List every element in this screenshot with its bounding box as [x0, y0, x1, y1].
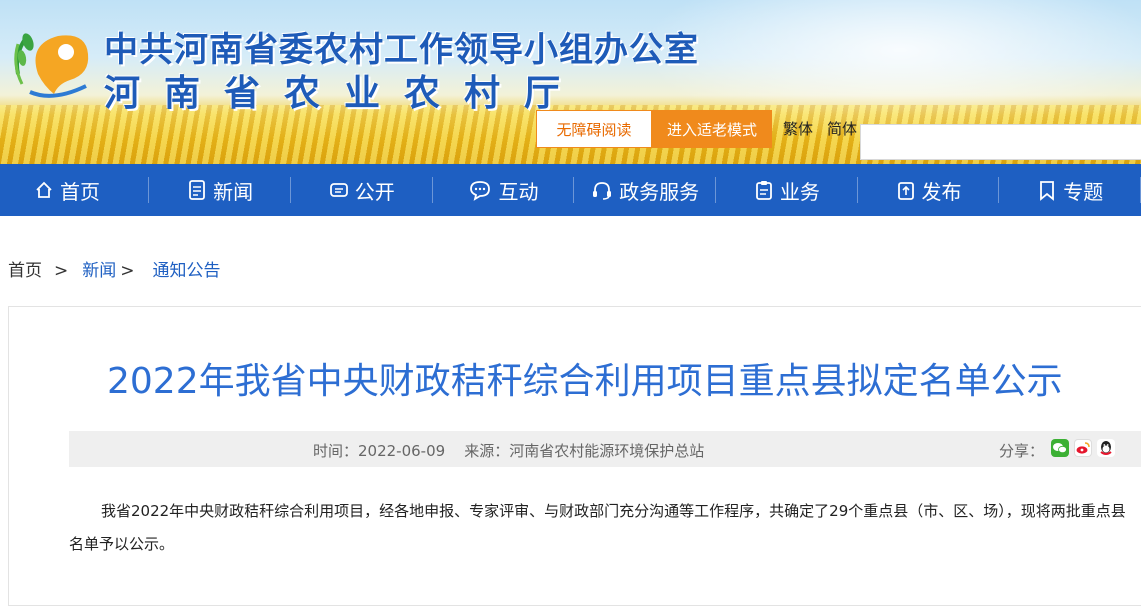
- nav-item-label: 发布: [921, 179, 962, 204]
- breadcrumb: 首页 > 新闻 > 通知公告: [8, 256, 221, 281]
- nav-item-label: 业务: [779, 179, 820, 204]
- simplified-chinese-link[interactable]: 简体: [827, 118, 857, 139]
- bookmark-icon: [1040, 181, 1055, 201]
- home-icon: [36, 181, 52, 198]
- nav-item-topics[interactable]: 专题: [999, 164, 1141, 216]
- nav-item-label: 政务服务: [619, 179, 700, 204]
- nav-item-label: 互动: [498, 179, 539, 204]
- nav-item-release[interactable]: 发布: [858, 164, 1000, 216]
- upload-icon: [897, 182, 914, 200]
- nav-item-interaction[interactable]: 互动: [433, 164, 575, 216]
- breadcrumb-home[interactable]: 首页: [8, 261, 42, 281]
- article-meta: 时间：2022-06-09 来源：河南省农村能源环境保护总站: [313, 442, 705, 460]
- nav-item-label: 新闻: [213, 179, 254, 204]
- logo-icon: [14, 33, 89, 98]
- clipboard-icon: [755, 181, 772, 200]
- traditional-chinese-link[interactable]: 繁体: [783, 118, 813, 139]
- nav-item-label: 专题: [1063, 179, 1104, 204]
- elder-mode-button[interactable]: 进入适老模式: [652, 110, 772, 148]
- article-title: 2022年我省中央财政秸秆综合利用项目重点县拟定名单公示: [107, 361, 1063, 402]
- accessibility-button[interactable]: 无障碍阅读: [536, 110, 652, 148]
- nav-item-public[interactable]: 公开: [291, 164, 433, 216]
- breadcrumb-separator: >: [54, 261, 69, 281]
- site-title-line2: 河南省农业农村厅: [104, 72, 585, 114]
- qq-icon[interactable]: [1097, 439, 1115, 457]
- nav-item-business[interactable]: 业务: [716, 164, 858, 216]
- article-body: 我省2022年中央财政秸秆综合利用项目，经各地申报、专家评审、与财政部门充分沟通…: [69, 502, 1126, 553]
- breadcrumb-current[interactable]: 通知公告: [153, 261, 221, 281]
- chat-icon: [470, 181, 491, 201]
- breadcrumb-separator: >: [120, 261, 135, 281]
- article-meta-bar: 时间：2022-06-09 来源：河南省农村能源环境保护总站 分享：: [69, 431, 1141, 467]
- news-icon: [189, 180, 205, 200]
- weibo-icon[interactable]: [1074, 439, 1092, 457]
- wechat-icon[interactable]: [1051, 439, 1069, 457]
- nav-item-government-service[interactable]: 政务服务: [574, 164, 716, 216]
- message-icon: [329, 183, 348, 197]
- headset-icon: [593, 182, 612, 200]
- header-banner: 中共河南省委农村工作领导小组办公室 河南省农业农村厅 无障碍阅读 进入适老模式 …: [0, 0, 1141, 164]
- nav-item-news[interactable]: 新闻: [149, 164, 291, 216]
- share-label: 分享：: [999, 442, 1045, 460]
- breadcrumb-news[interactable]: 新闻: [82, 261, 116, 281]
- search-input[interactable]: [860, 124, 1141, 160]
- nav-item-label: 公开: [354, 179, 395, 204]
- nav-item-label: 首页: [60, 179, 100, 204]
- article-panel: 2022年我省中央财政秸秆综合利用项目重点县拟定名单公示 时间：2022-06-…: [8, 306, 1141, 606]
- nav-item-home[interactable]: 首页: [0, 164, 150, 216]
- main-nav: 首页 新闻 公开 互动 政务服务 业务 发布 专题: [0, 164, 1141, 216]
